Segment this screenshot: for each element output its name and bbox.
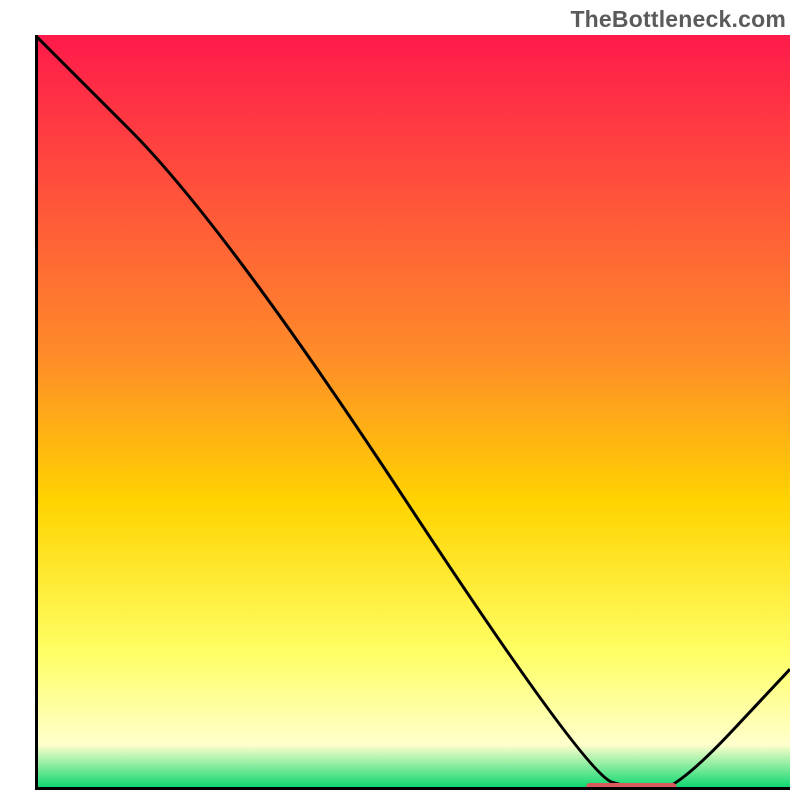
attribution-text: TheBottleneck.com bbox=[570, 6, 786, 33]
chart-container: TheBottleneck.com bbox=[0, 0, 800, 800]
chart-svg bbox=[35, 35, 790, 790]
plot-area bbox=[35, 35, 790, 790]
